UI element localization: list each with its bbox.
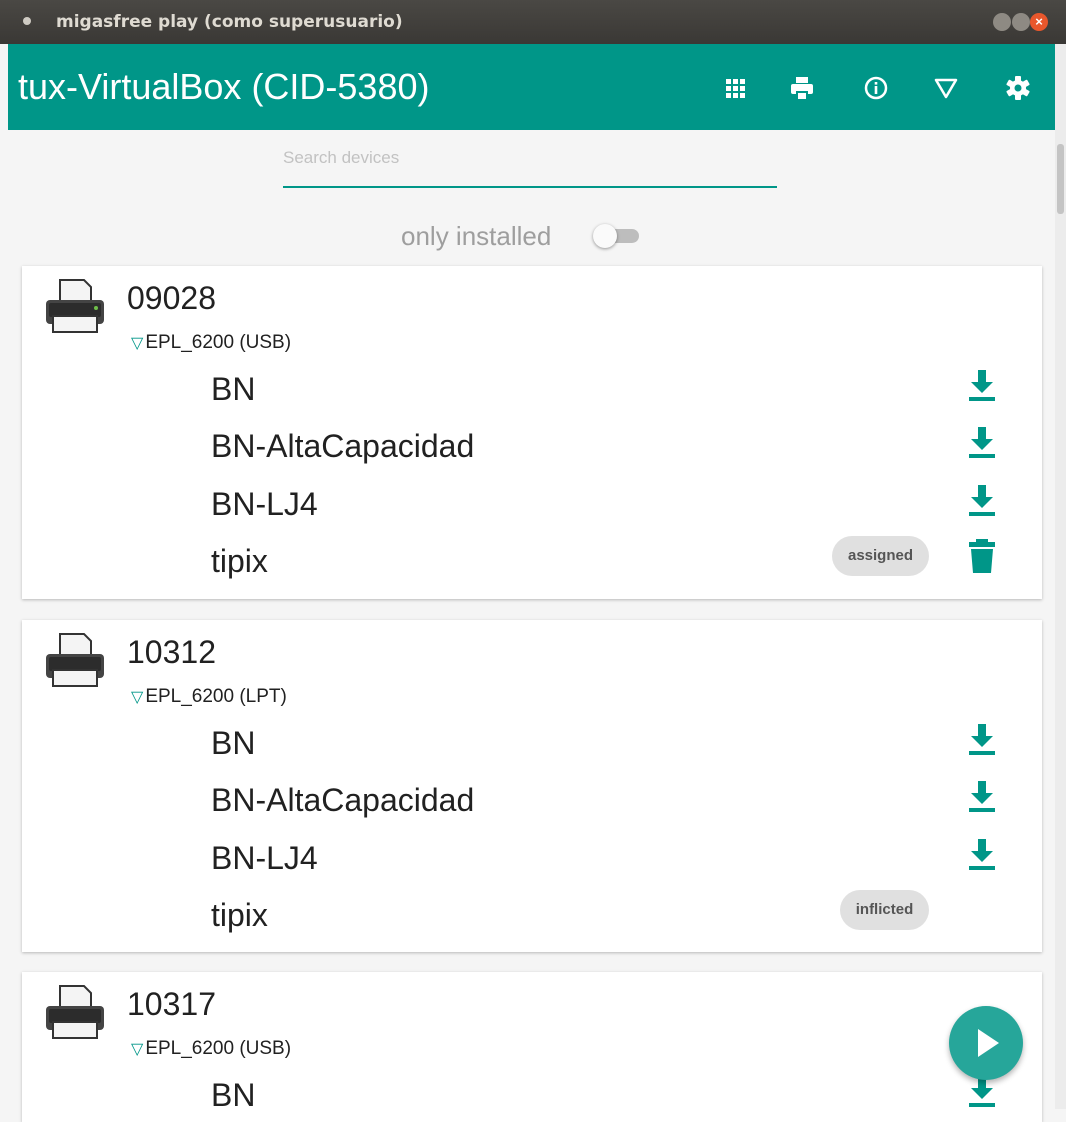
device-name: 09028 (127, 280, 216, 316)
download-icon[interactable] (966, 778, 998, 814)
device-model[interactable]: ▽ EPL_6200 (USB) (131, 1038, 291, 1060)
printer-icon (46, 633, 104, 687)
app-header: tux-VirtualBox (CID-5380) (8, 44, 1055, 130)
scrollbar-thumb[interactable] (1057, 144, 1064, 214)
device-model-label: EPL_6200 (USB) (145, 332, 292, 353)
settings-icon[interactable] (1005, 75, 1031, 101)
device-name: 10317 (127, 986, 216, 1022)
driver-label: BN-LJ4 (211, 840, 318, 876)
filter-icon: ▽ (131, 335, 144, 352)
toggle-thumb[interactable] (593, 224, 617, 248)
status-badge: assigned (832, 536, 929, 576)
device-name: 10312 (127, 634, 216, 670)
driver-label: BN (211, 1077, 256, 1113)
driver-label: tipix (211, 543, 268, 579)
filter-icon: ▽ (131, 689, 144, 706)
device-model[interactable]: ▽ EPL_6200 (USB) (131, 332, 291, 354)
driver-label: BN-AltaCapacidad (211, 428, 475, 464)
download-icon[interactable] (966, 424, 998, 460)
driver-label: BN-AltaCapacidad (211, 782, 475, 818)
info-icon[interactable] (863, 75, 889, 101)
window-titlebar: migasfree play (como superusuario) × (0, 0, 1066, 44)
download-icon[interactable] (966, 721, 998, 757)
driver-label: BN (211, 725, 256, 761)
search-input[interactable] (283, 144, 777, 168)
device-model-label: EPL_6200 (USB) (145, 1038, 292, 1059)
play-icon (978, 1029, 999, 1057)
download-icon[interactable] (966, 836, 998, 872)
main-content: only installed 09028 ▽EPL_6200 (USB) BN … (8, 130, 1055, 1122)
printer-icon (46, 985, 104, 1039)
minimize-button[interactable] (993, 13, 1011, 31)
maximize-button[interactable] (1012, 13, 1030, 31)
download-icon[interactable] (966, 482, 998, 518)
window-title: migasfree play (como superusuario) (56, 12, 403, 32)
trash-icon[interactable] (966, 538, 998, 574)
scrollbar[interactable] (1055, 44, 1066, 1109)
printer-icon (46, 279, 104, 333)
apps-icon[interactable] (722, 75, 748, 101)
filter-icon[interactable] (933, 75, 959, 101)
device-card: 09028 ▽ EPL_6200 (USB) BN BN-AltaCapacida… (22, 266, 1042, 599)
search-field (283, 144, 777, 188)
device-model-label: EPL_6200 (LPT) (145, 686, 287, 707)
status-badge: inflicted (840, 890, 929, 930)
close-button[interactable]: × (1030, 13, 1048, 31)
print-icon[interactable] (789, 75, 815, 101)
app-menu-icon[interactable] (23, 17, 31, 25)
device-card: 10317 ▽ EPL_6200 (USB) BN (22, 972, 1042, 1122)
driver-label: BN (211, 371, 256, 407)
only-installed-label: only installed (401, 221, 552, 251)
filter-icon: ▽ (131, 1041, 144, 1058)
driver-label: tipix (211, 897, 268, 933)
device-model[interactable]: ▽ EPL_6200 (LPT) (131, 686, 287, 708)
hostname-title: tux-VirtualBox (CID-5380) (18, 66, 430, 107)
device-card: 10312 ▽ EPL_6200 (LPT) BN BN-AltaCapacida… (22, 620, 1042, 952)
download-icon[interactable] (966, 367, 998, 403)
driver-label: BN-LJ4 (211, 486, 318, 522)
run-fab-button[interactable] (949, 1006, 1023, 1080)
